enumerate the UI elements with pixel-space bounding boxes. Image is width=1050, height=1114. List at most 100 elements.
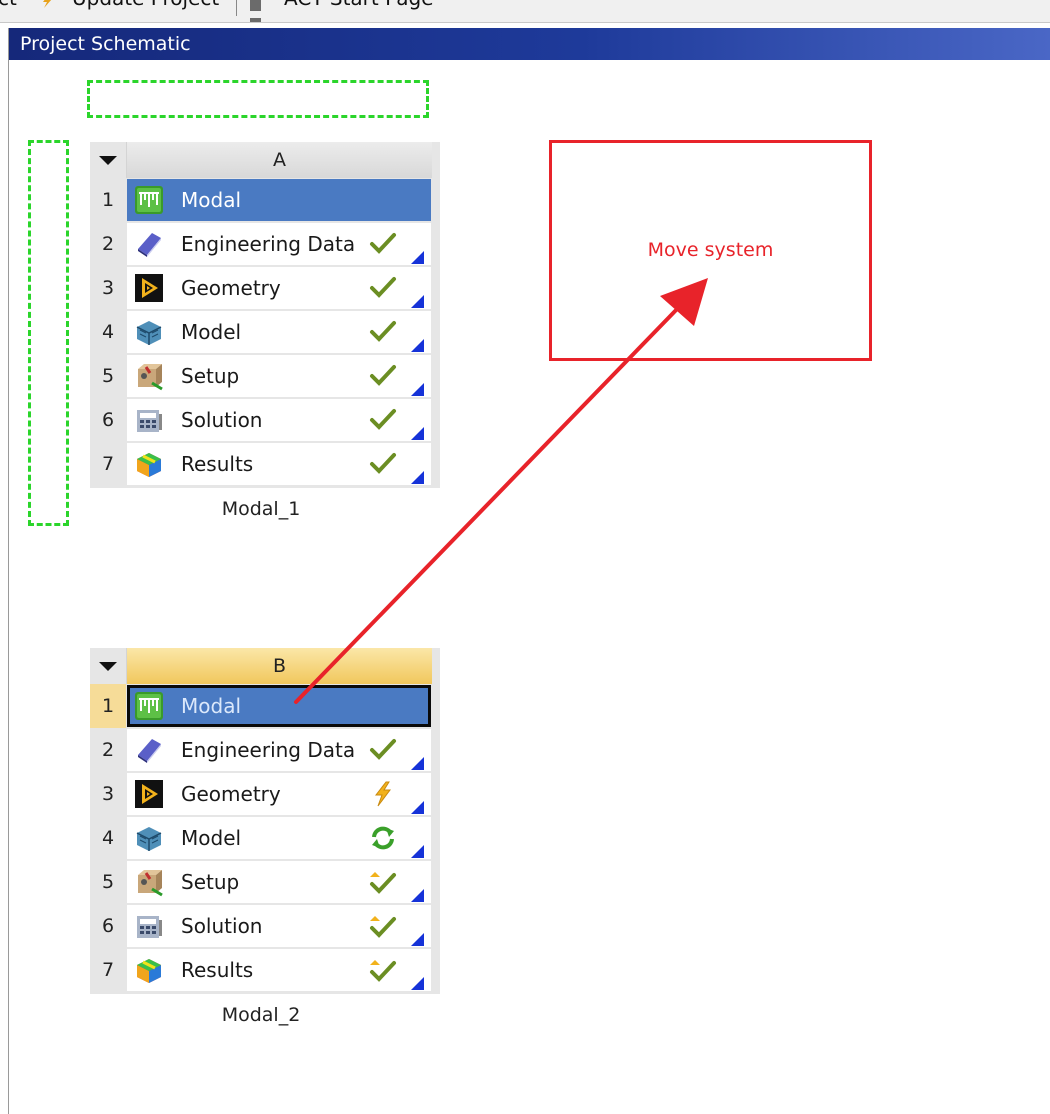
cell-row-setup[interactable]: 5 Setup <box>90 354 440 398</box>
drop-zone-left[interactable] <box>28 140 69 526</box>
row-number: 1 <box>90 178 126 222</box>
cell[interactable]: Engineering Data <box>127 223 431 265</box>
corner-triangle-icon <box>411 427 424 440</box>
act-start-page-button[interactable]: ACT Start Page <box>284 0 434 10</box>
cell-label: Model <box>181 826 242 850</box>
row-number: 1 <box>90 684 126 728</box>
cell[interactable]: Geometry <box>127 773 431 815</box>
check-icon <box>369 407 397 433</box>
corner-triangle-icon <box>411 977 424 990</box>
check-icon <box>369 319 397 345</box>
toolbar: ct Update Project ACT Start Page <box>0 0 1050 23</box>
corner-triangle-icon <box>411 471 424 484</box>
update-project-button[interactable]: Update Project <box>72 0 219 10</box>
cell-label: Results <box>181 452 254 476</box>
refresh-icon <box>369 825 397 851</box>
check-icon <box>369 737 397 763</box>
cell[interactable]: Solution <box>127 399 431 441</box>
results-icon <box>134 449 164 479</box>
cell-row-solution[interactable]: 6 Solution <box>90 398 440 442</box>
cell-row-model[interactable]: 4 Model <box>90 816 440 860</box>
act-start-page-icon <box>250 0 276 22</box>
results-icon <box>134 955 164 985</box>
system-a[interactable]: A 1 Modal 2 Engineering Data 3 Geometry 4 Model… <box>90 142 440 520</box>
modal-icon <box>134 185 164 215</box>
cell[interactable]: Results <box>127 949 431 991</box>
corner-triangle-icon <box>411 889 424 902</box>
row-number: 5 <box>90 860 126 904</box>
cell[interactable]: Modal <box>127 685 431 727</box>
cell[interactable]: Results <box>127 443 431 485</box>
cell-row-engineering-data[interactable]: 2 Engineering Data <box>90 222 440 266</box>
cell-label: Modal <box>181 694 241 718</box>
check-icon <box>369 451 397 477</box>
system-b[interactable]: B 1 Modal 2 Engineering Data 3 Geometry 4 Model… <box>90 648 440 1026</box>
engineering-data-icon <box>134 735 164 765</box>
cell-label: Geometry <box>181 782 281 806</box>
corner-triangle-icon <box>411 933 424 946</box>
system-b-name[interactable]: Modal_2 <box>90 1004 432 1026</box>
row-number: 2 <box>90 728 126 772</box>
system-a-table: A 1 Modal 2 Engineering Data 3 Geometry 4 Model… <box>90 142 440 488</box>
system-menu-arrow-icon[interactable] <box>90 648 127 684</box>
cell[interactable]: Engineering Data <box>127 729 431 771</box>
system-b-column-header[interactable]: B <box>127 648 432 684</box>
drop-zone-top[interactable] <box>87 80 429 118</box>
row-number: 3 <box>90 772 126 816</box>
cell-label: Engineering Data <box>181 738 356 762</box>
cell[interactable]: Model <box>127 817 431 859</box>
pane-title: Project Schematic <box>9 28 1050 60</box>
cell-label: Results <box>181 958 254 982</box>
system-menu-arrow-icon[interactable] <box>90 142 127 178</box>
row-number: 6 <box>90 904 126 948</box>
cell-label: Solution <box>181 408 263 432</box>
cell[interactable]: Modal <box>127 179 431 221</box>
cell-row-engineering-data[interactable]: 2 Engineering Data <box>90 728 440 772</box>
cell-row-results[interactable]: 7 Results <box>90 442 440 486</box>
corner-triangle-icon <box>411 801 424 814</box>
engineering-data-icon <box>134 229 164 259</box>
cell-label: Geometry <box>181 276 281 300</box>
lightning-icon <box>369 781 397 807</box>
corner-triangle-icon <box>411 295 424 308</box>
cell[interactable]: Model <box>127 311 431 353</box>
setup-icon <box>134 867 164 897</box>
cell-label: Engineering Data <box>181 232 356 256</box>
row-number: 4 <box>90 816 126 860</box>
update-lightning-icon <box>43 0 52 8</box>
system-a-name[interactable]: Modal_1 <box>90 498 432 520</box>
cell-label: Solution <box>181 914 263 938</box>
cell-row-modal[interactable]: 1 Modal <box>90 178 440 222</box>
setup-icon <box>134 361 164 391</box>
system-a-column-header[interactable]: A <box>127 142 432 178</box>
check-update-icon <box>369 957 397 983</box>
cell[interactable]: Setup <box>127 355 431 397</box>
model-icon <box>134 317 164 347</box>
cell-row-geometry[interactable]: 3 Geometry <box>90 772 440 816</box>
corner-triangle-icon <box>411 251 424 264</box>
cell-row-geometry[interactable]: 3 Geometry <box>90 266 440 310</box>
cell-row-modal[interactable]: 1 Modal <box>90 684 440 728</box>
cell[interactable]: Solution <box>127 905 431 947</box>
check-update-icon <box>369 869 397 895</box>
geometry-icon <box>134 273 164 303</box>
cell-label: Modal <box>181 188 241 212</box>
row-number: 3 <box>90 266 126 310</box>
cell-label: Model <box>181 320 242 344</box>
cell-row-solution[interactable]: 6 Solution <box>90 904 440 948</box>
cell[interactable]: Geometry <box>127 267 431 309</box>
row-number: 4 <box>90 310 126 354</box>
cell-row-results[interactable]: 7 Results <box>90 948 440 992</box>
model-icon <box>134 823 164 853</box>
cell[interactable]: Setup <box>127 861 431 903</box>
system-b-table: B 1 Modal 2 Engineering Data 3 Geometry 4 Model… <box>90 648 440 994</box>
check-icon <box>369 363 397 389</box>
system-a-header: A <box>90 142 440 178</box>
toolbar-left-item[interactable]: ct <box>0 0 17 10</box>
solution-icon <box>134 911 164 941</box>
row-number: 7 <box>90 442 126 486</box>
cell-row-setup[interactable]: 5 Setup <box>90 860 440 904</box>
row-number: 5 <box>90 354 126 398</box>
move-system-annotation-text: Move system <box>647 239 774 261</box>
cell-row-model[interactable]: 4 Model <box>90 310 440 354</box>
